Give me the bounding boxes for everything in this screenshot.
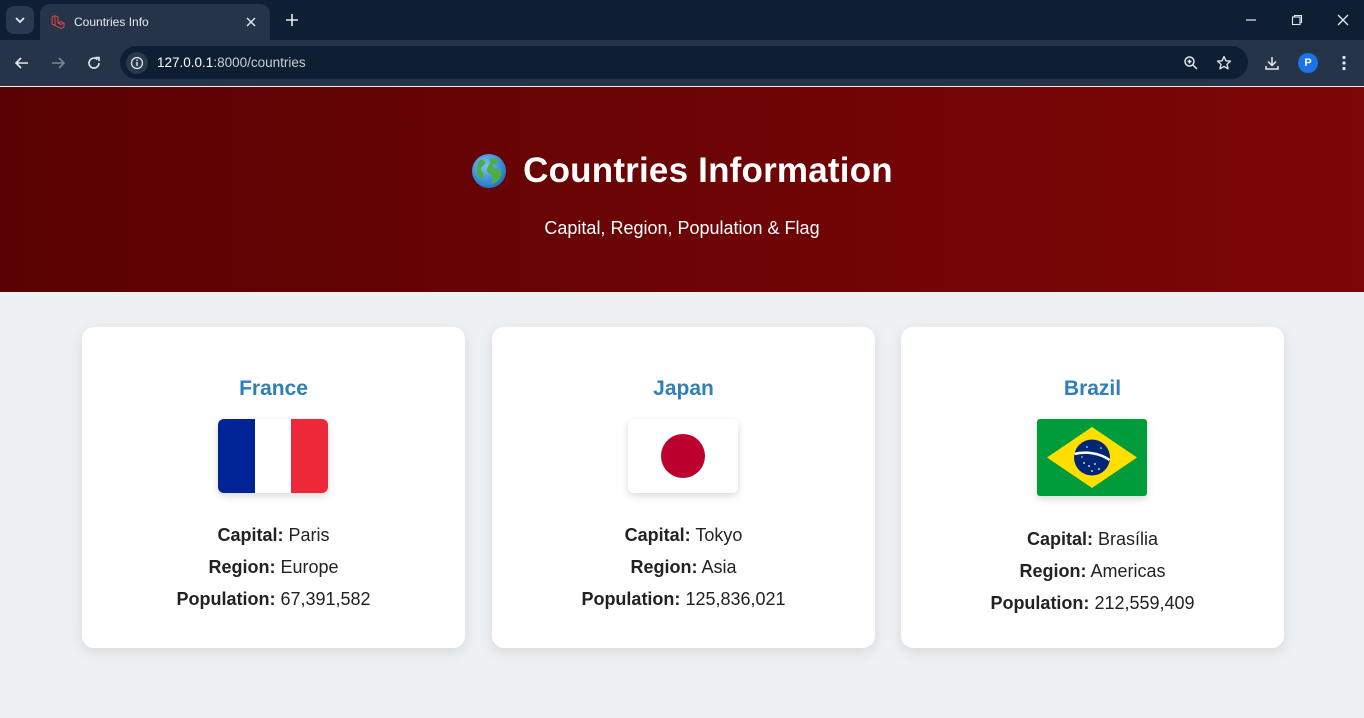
zoom-icon[interactable]	[1179, 51, 1203, 75]
restore-icon	[1291, 14, 1303, 26]
tab-search-button[interactable]	[6, 6, 34, 34]
region-value: Asia	[701, 557, 737, 577]
japan-flag	[628, 419, 738, 493]
country-info: Capital: Paris Region: Europe Population…	[82, 519, 465, 615]
new-tab-button[interactable]	[280, 8, 304, 32]
capital-value: Paris	[288, 525, 330, 545]
url-host: 127.0.0.1	[157, 55, 214, 70]
laravel-icon	[50, 14, 66, 30]
avatar: P	[1298, 53, 1318, 73]
address-bar[interactable]: 127.0.0.1:8000/countries	[120, 46, 1248, 79]
country-info: Capital: Brasília Region: Americas Popul…	[901, 523, 1284, 619]
country-name: France	[239, 377, 308, 400]
browser-toolbar: 127.0.0.1:8000/countries P	[0, 40, 1364, 86]
region-value: Europe	[280, 557, 339, 577]
close-tab-icon[interactable]	[242, 13, 260, 31]
bookmark-star-icon[interactable]	[1212, 51, 1236, 75]
globe-icon	[472, 154, 507, 188]
menu-button[interactable]	[1330, 49, 1358, 77]
population-value: 125,836,021	[685, 589, 786, 609]
page-title: Countries Information	[523, 151, 893, 190]
chevron-down-icon	[15, 17, 25, 24]
page-subtitle: Capital, Region, Population & Flag	[544, 218, 820, 238]
tab-title: Countries Info	[74, 15, 149, 29]
capital-line: Capital: Tokyo	[492, 519, 875, 551]
reload-icon	[88, 56, 100, 69]
page-title-row: Countries Information	[0, 151, 1364, 191]
region-line: Region: Europe	[82, 551, 465, 583]
brazil-flag	[1037, 419, 1147, 496]
region-label: Region:	[208, 557, 276, 577]
downloads-button[interactable]	[1258, 49, 1286, 77]
reload-button[interactable]	[80, 49, 108, 77]
download-icon	[1265, 57, 1279, 70]
country-card-japan: Japan Capital: Tokyo Region: Asia Popula…	[492, 327, 875, 648]
restore-button[interactable]	[1282, 6, 1312, 34]
capital-value: Tokyo	[695, 525, 743, 545]
back-button[interactable]	[8, 49, 36, 77]
population-value: 67,391,582	[280, 589, 371, 609]
minimize-button[interactable]	[1236, 6, 1266, 34]
capital-label: Capital:	[1026, 529, 1093, 549]
arrow-right-icon	[52, 57, 66, 69]
site-info-icon[interactable]	[126, 51, 148, 74]
country-card-france: France Capital: Paris Region: Europe Pop…	[82, 327, 465, 648]
browser-tab-active[interactable]: Countries Info	[40, 4, 270, 40]
url-text: 127.0.0.1:8000/countries	[157, 55, 306, 70]
region-label: Region:	[630, 557, 698, 577]
url-path: :8000/countries	[213, 55, 306, 70]
plus-icon	[286, 14, 298, 26]
page-header: Countries Information Capital, Region, P…	[0, 87, 1364, 292]
population-label: Population:	[581, 589, 681, 609]
population-value: 212,559,409	[1094, 593, 1195, 613]
country-card-brazil: Brazil Capital: Brasília Region: America…	[901, 327, 1284, 648]
profile-button[interactable]: P	[1294, 49, 1322, 77]
forward-button[interactable]	[44, 49, 72, 77]
capital-label: Capital:	[217, 525, 284, 545]
capital-line: Capital: Brasília	[901, 523, 1284, 555]
region-line: Region: Americas	[901, 555, 1284, 587]
region-line: Region: Asia	[492, 551, 875, 583]
france-flag	[218, 419, 328, 493]
close-window-button[interactable]	[1328, 6, 1358, 34]
capital-line: Capital: Paris	[82, 519, 465, 551]
population-label: Population:	[176, 589, 276, 609]
population-label: Population:	[990, 593, 1090, 613]
capital-label: Capital:	[624, 525, 691, 545]
capital-value: Brasília	[1098, 529, 1159, 549]
population-line: Population: 67,391,582	[82, 583, 465, 615]
country-name: Brazil	[1063, 377, 1122, 400]
population-line: Population: 212,559,409	[901, 587, 1284, 619]
minimize-icon	[1246, 19, 1256, 21]
country-cards: France Capital: Paris Region: Europe Pop…	[82, 327, 1284, 648]
population-line: Population: 125,836,021	[492, 583, 875, 615]
country-name: Japan	[653, 377, 714, 400]
arrow-left-icon	[14, 57, 28, 69]
country-info: Capital: Tokyo Region: Asia Population: …	[492, 519, 875, 615]
region-label: Region:	[1019, 561, 1087, 581]
browser-tab-bar: Countries Info	[0, 0, 1364, 40]
close-icon	[1337, 14, 1349, 26]
region-value: Americas	[1090, 561, 1166, 581]
more-vertical-icon	[1342, 55, 1346, 71]
